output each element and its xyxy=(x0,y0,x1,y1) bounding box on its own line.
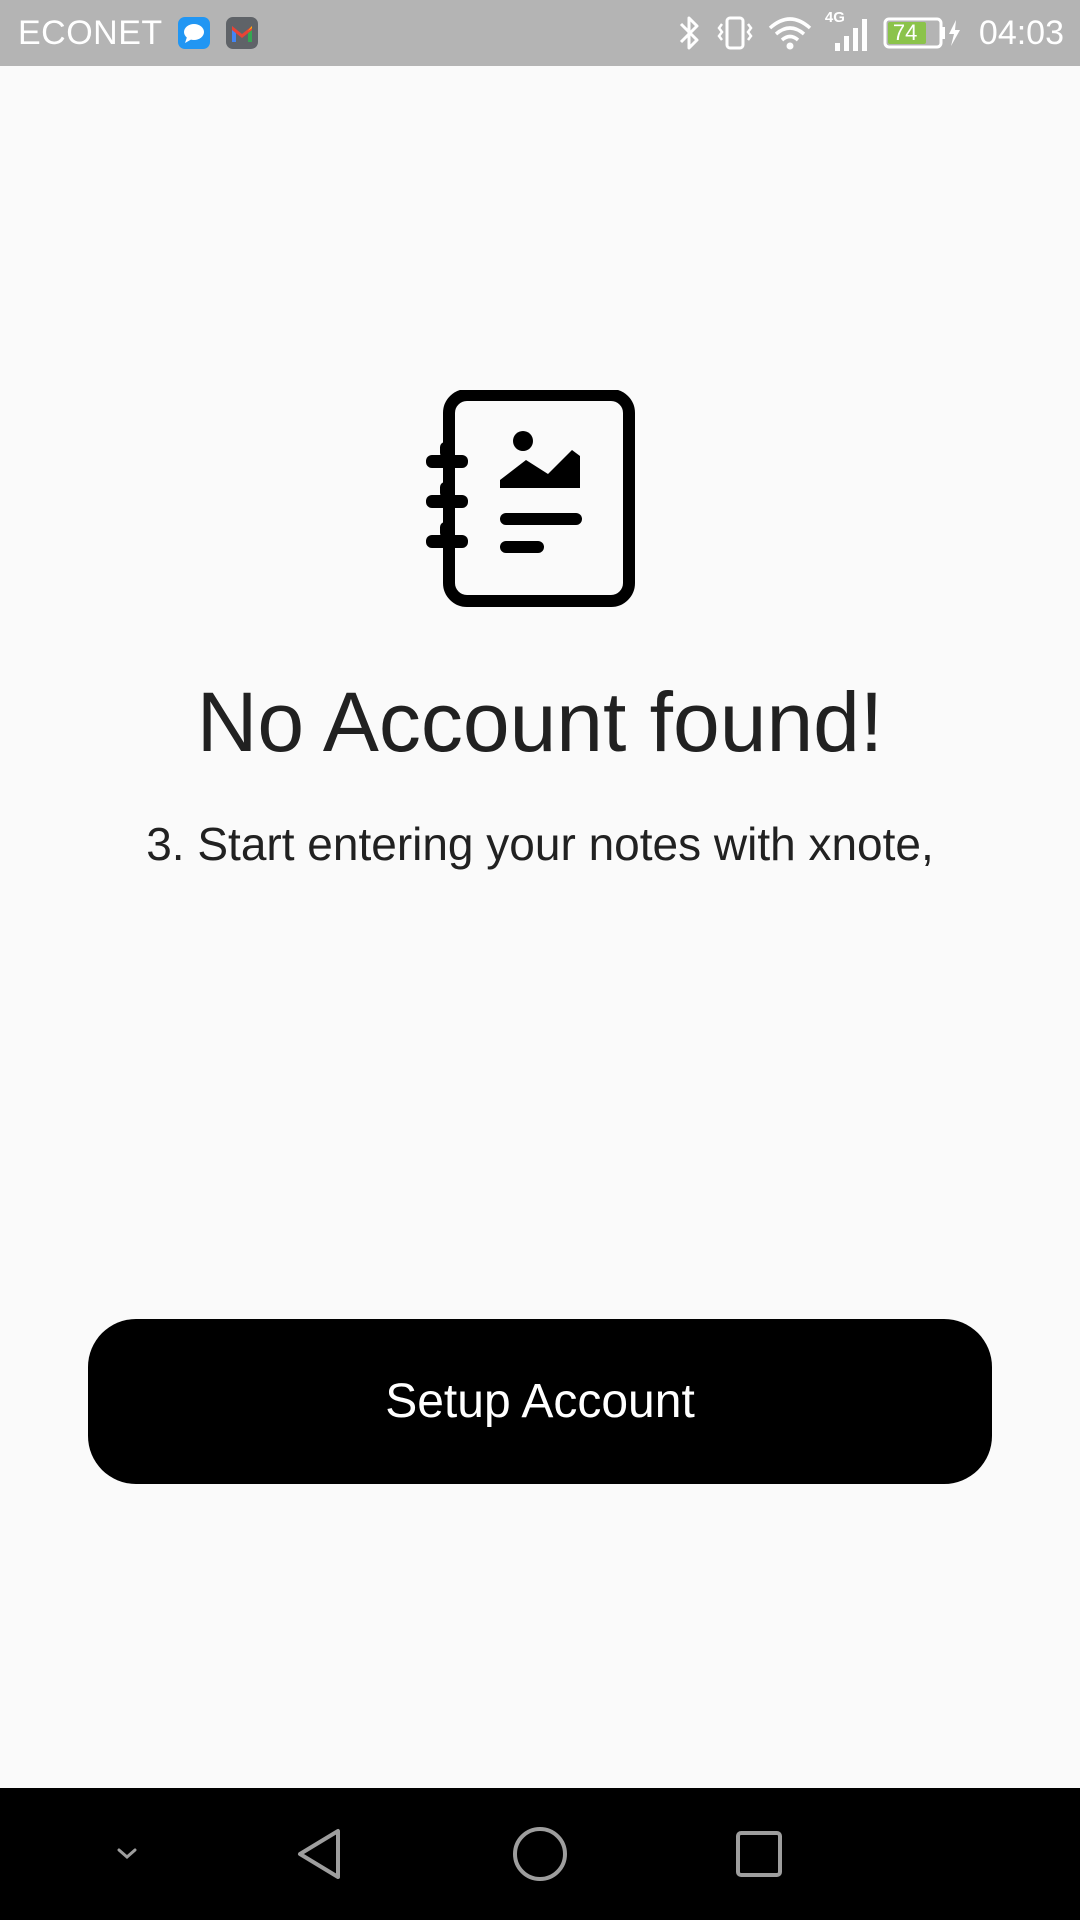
vibrate-icon xyxy=(715,14,755,52)
gmail-icon xyxy=(225,16,259,50)
clock: 04:03 xyxy=(978,13,1064,52)
recents-icon[interactable] xyxy=(699,1788,819,1920)
messages-icon xyxy=(177,16,211,50)
wifi-icon xyxy=(767,14,813,52)
page-subtitle: 3. Start entering your notes with xnote, xyxy=(146,818,934,870)
carrier-name: ECONET xyxy=(18,13,163,52)
home-icon[interactable] xyxy=(480,1788,600,1920)
notebook-image-icon xyxy=(426,389,640,610)
screen: ECONET 4G 74 04:03 No Account found! 3. … xyxy=(0,0,1080,1920)
navigation-bar xyxy=(0,1788,1080,1920)
status-right: 4G 74 04:03 xyxy=(677,9,1064,53)
signal-4g-icon: 4G xyxy=(825,9,871,53)
bluetooth-icon xyxy=(677,14,703,52)
collapse-icon[interactable] xyxy=(67,1788,187,1920)
back-icon[interactable] xyxy=(260,1788,380,1920)
battery-charging-icon: 74 xyxy=(883,14,963,52)
status-left: ECONET xyxy=(18,14,259,53)
battery-level: 74 xyxy=(892,20,918,45)
page-title: No Account found! xyxy=(196,675,884,769)
setup-account-button[interactable]: Setup Account xyxy=(88,1319,992,1484)
status-bar: ECONET 4G 74 04:03 xyxy=(0,0,1080,66)
